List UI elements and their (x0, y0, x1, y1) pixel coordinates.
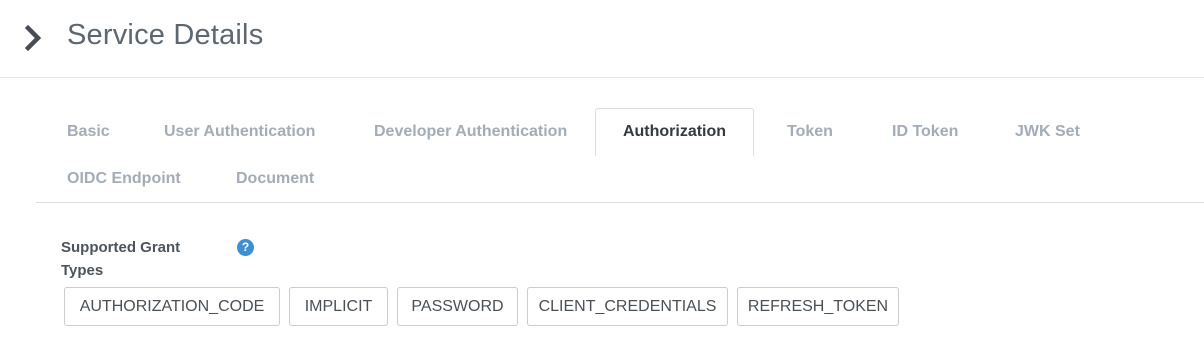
page-title: Service Details (67, 19, 264, 51)
grant-implicit-button[interactable]: IMPLICIT (289, 287, 388, 326)
tab-basic[interactable]: Basic (67, 123, 110, 141)
tab-bar: Basic User Authentication Developer Auth… (36, 108, 1204, 203)
supported-grant-types-label: Supported Grant Types (61, 239, 181, 279)
tab-jwk-set[interactable]: JWK Set (1015, 123, 1080, 141)
tab-authorization[interactable]: Authorization (595, 108, 754, 156)
grant-client-credentials-button[interactable]: CLIENT_CREDENTIALS (527, 287, 728, 326)
tab-document[interactable]: Document (236, 170, 314, 188)
chevron-right-icon[interactable] (22, 24, 46, 52)
question-circle-icon[interactable]: ? (237, 239, 254, 256)
grant-authorization-code-button[interactable]: AUTHORIZATION_CODE (64, 287, 280, 326)
grant-refresh-token-button[interactable]: REFRESH_TOKEN (737, 287, 899, 326)
tab-oidc-endpoint[interactable]: OIDC Endpoint (67, 170, 181, 188)
tab-developer-authentication[interactable]: Developer Authentication (374, 123, 567, 141)
tab-id-token[interactable]: ID Token (892, 123, 958, 141)
page-header: Service Details (0, 0, 1204, 78)
tab-token[interactable]: Token (787, 123, 833, 141)
tab-user-authentication[interactable]: User Authentication (164, 123, 315, 141)
grant-password-button[interactable]: PASSWORD (397, 287, 518, 326)
